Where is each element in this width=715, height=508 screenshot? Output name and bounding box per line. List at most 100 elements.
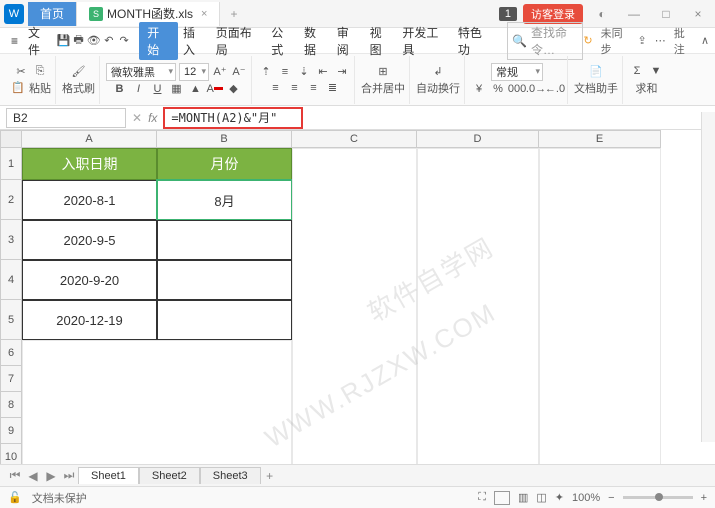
cell-c-empty[interactable] (292, 148, 417, 470)
menu-hamburger-icon[interactable]: ≡ (6, 34, 23, 48)
col-header-c[interactable]: C (292, 130, 417, 148)
more-icon[interactable]: ⋯ (655, 34, 666, 47)
tab-insert[interactable]: 插入 (178, 24, 211, 58)
font-name-dropdown[interactable]: 微软雅黑 (106, 63, 176, 81)
share-icon[interactable]: ⇪ (637, 34, 646, 47)
decimal-inc-icon[interactable]: .0→ (528, 81, 544, 97)
tab-review[interactable]: 审阅 (332, 24, 365, 58)
cell-e-empty[interactable] (539, 148, 661, 470)
maximize-icon[interactable]: □ (653, 4, 679, 24)
decrease-font-icon[interactable]: A⁻ (231, 64, 247, 80)
align-center-icon[interactable]: ≡ (287, 80, 303, 96)
view-custom-icon[interactable]: ◫ (536, 491, 546, 504)
row-header-5[interactable]: 5 (0, 300, 22, 340)
tab-devtools[interactable]: 开发工具 (397, 24, 453, 58)
row-header-3[interactable]: 3 (0, 220, 22, 260)
sheet-tab-1[interactable]: Sheet1 (78, 467, 139, 484)
col-header-e[interactable]: E (539, 130, 661, 148)
undo-icon[interactable]: ↶ (101, 33, 116, 49)
align-right-icon[interactable]: ≡ (306, 80, 322, 96)
highlight-icon[interactable]: ◆ (226, 81, 242, 97)
save-icon[interactable]: 💾 (56, 33, 71, 49)
increase-font-icon[interactable]: A⁺ (212, 64, 228, 80)
justify-icon[interactable]: ≣ (325, 80, 341, 96)
tab-pagelayout[interactable]: 页面布局 (211, 24, 267, 58)
sheet-nav-next-icon[interactable]: ▶ (42, 469, 60, 483)
close-window-icon[interactable]: × (685, 4, 711, 24)
italic-icon[interactable]: I (131, 81, 147, 97)
align-middle-icon[interactable]: ≡ (277, 64, 293, 80)
tab-special[interactable]: 特色功 (453, 24, 497, 58)
underline-icon[interactable]: U (150, 81, 166, 97)
col-header-d[interactable]: D (417, 130, 539, 148)
indent-left-icon[interactable]: ⇤ (315, 64, 331, 80)
sum-icon[interactable]: Σ (629, 63, 645, 79)
print-icon[interactable]: 🖶 (71, 33, 86, 49)
tab-view[interactable]: 视图 (365, 24, 398, 58)
col-header-b[interactable]: B (157, 130, 292, 148)
add-sheet-button[interactable]: + (261, 469, 279, 483)
cut-icon[interactable]: ✂ (13, 63, 29, 79)
view-page-icon[interactable]: ▥ (518, 491, 528, 504)
wrap-icon[interactable]: ↲ (430, 63, 446, 79)
sheet-nav-prev-icon[interactable]: ◀ (24, 469, 42, 483)
cell-a3[interactable]: 2020-9-5 (22, 220, 157, 260)
copy-icon[interactable]: ⎘ (32, 63, 48, 79)
paste-icon[interactable]: 📋 (10, 80, 26, 96)
number-format-dropdown[interactable]: 常规 (491, 63, 543, 81)
filter-icon[interactable]: ▼ (648, 63, 664, 79)
home-tab[interactable]: 首页 (28, 2, 77, 26)
cell-a1[interactable]: 入职日期 (22, 148, 157, 180)
select-all-corner[interactable] (0, 130, 22, 148)
align-left-icon[interactable]: ≡ (268, 80, 284, 96)
tab-data[interactable]: 数据 (299, 24, 332, 58)
minimize-icon[interactable]: — (621, 4, 647, 24)
doc-helper-icon[interactable]: 📄 (588, 63, 604, 79)
comma-icon[interactable]: 000 (509, 81, 525, 97)
sheet-tab-3[interactable]: Sheet3 (200, 467, 261, 484)
name-box[interactable]: B2 (6, 108, 126, 128)
zoom-out-icon[interactable]: − (608, 492, 614, 504)
vertical-scrollbar[interactable] (701, 112, 715, 442)
view-normal-icon[interactable] (494, 491, 510, 505)
cell-b4[interactable] (157, 260, 292, 300)
currency-icon[interactable]: ¥ (471, 81, 487, 97)
cell-ab-empty[interactable] (22, 340, 292, 470)
sync-icon[interactable]: ↻ (583, 34, 592, 47)
bold-icon[interactable]: B (112, 81, 128, 97)
sheet-tab-2[interactable]: Sheet2 (139, 467, 200, 484)
row-header-7[interactable]: 7 (0, 366, 22, 392)
preview-icon[interactable]: 👁 (86, 33, 101, 49)
close-tab-icon[interactable]: × (201, 8, 207, 20)
cell-b5[interactable] (157, 300, 292, 340)
tab-formula[interactable]: 公式 (266, 24, 299, 58)
fx-icon[interactable]: fx (148, 111, 157, 125)
cell-a2[interactable]: 2020-8-1 (22, 180, 157, 220)
cell-a5[interactable]: 2020-12-19 (22, 300, 157, 340)
percent-icon[interactable]: % (490, 81, 506, 97)
cell-a4[interactable]: 2020-9-20 (22, 260, 157, 300)
align-bottom-icon[interactable]: ⇣ (296, 64, 312, 80)
batch-label[interactable]: 批注 (674, 25, 693, 57)
row-header-1[interactable]: 1 (0, 148, 22, 180)
cancel-formula-icon[interactable]: ✕ (132, 111, 142, 125)
cell-d-empty[interactable] (417, 148, 539, 470)
row-header-6[interactable]: 6 (0, 340, 22, 366)
indent-right-icon[interactable]: ⇥ (334, 64, 350, 80)
align-top-icon[interactable]: ⇡ (258, 64, 274, 80)
fullscreen-icon[interactable]: ⛶ (478, 491, 486, 504)
row-header-2[interactable]: 2 (0, 180, 22, 220)
merge-icon[interactable]: ⊞ (375, 63, 391, 79)
cell-b3[interactable] (157, 220, 292, 260)
cell-b1[interactable]: 月份 (157, 148, 292, 180)
cell-b2[interactable]: 8月 (157, 180, 292, 220)
collapse-ribbon-icon[interactable]: ∧ (701, 34, 709, 47)
command-search[interactable]: 🔍 查找命令… (507, 22, 583, 60)
zoom-in-icon[interactable]: + (701, 492, 707, 504)
fill-color-icon[interactable]: ▲ (188, 81, 204, 97)
decimal-dec-icon[interactable]: ←.0 (547, 81, 563, 97)
skin-icon[interactable]: ◐ (589, 4, 615, 24)
row-header-4[interactable]: 4 (0, 260, 22, 300)
sheet-nav-first-icon[interactable]: ⏮ (6, 468, 24, 483)
zoom-slider[interactable] (623, 496, 693, 499)
